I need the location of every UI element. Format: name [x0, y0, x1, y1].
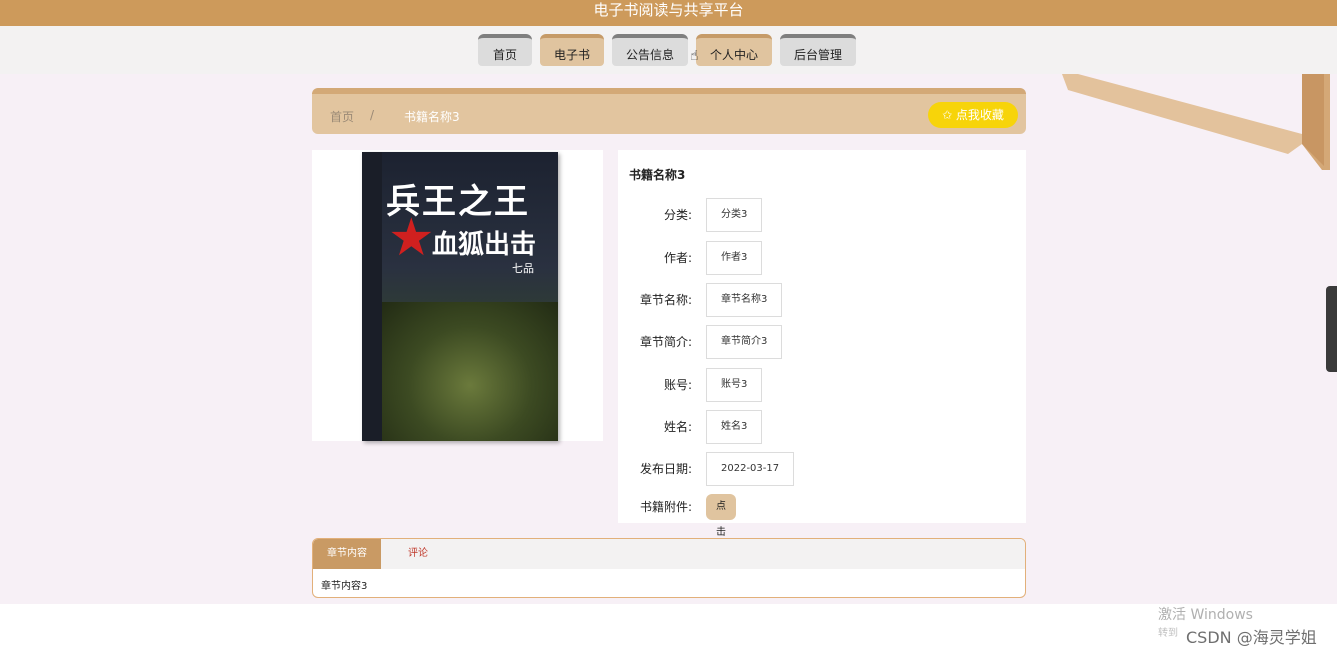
detail-label: 章节名称:	[639, 293, 692, 307]
red-star-icon: ★	[388, 208, 435, 268]
book-details-panel: 书籍名称3 分类: 分类3 作者: 作者3 章节名称: 章节名称3 章节简介: …	[618, 150, 1026, 590]
detail-value: 分类3	[706, 198, 763, 232]
book-cover-author: 七品	[512, 262, 534, 275]
book-name-heading: 书籍名称3	[629, 168, 686, 182]
book-cover-image: 兵王之王 ★ 血狐出击 七品	[362, 152, 558, 441]
detail-label: 姓名:	[663, 420, 692, 434]
book-cover-subtitle: 血狐出击	[432, 230, 537, 260]
book-spine	[362, 152, 382, 441]
windows-activation-watermark: 激活 Windows	[1158, 607, 1253, 623]
nav-item-personal-center[interactable]: 个人中心	[696, 34, 772, 66]
windows-activation-subtext: 转到	[1158, 628, 1178, 639]
detail-label: 发布日期:	[639, 462, 692, 476]
detail-label: 作者:	[663, 251, 692, 265]
nav-items: 首页 电子书 公告信息 个人中心 后台管理	[478, 34, 856, 66]
nav-item-home[interactable]: 首页	[478, 34, 532, 66]
tabs-header: 章节内容 评论	[313, 539, 1025, 569]
detail-value: 章节名称3	[706, 283, 783, 317]
detail-label: 分类:	[663, 208, 692, 222]
content-tabs: 章节内容 评论 章节内容3	[312, 538, 1026, 598]
decorative-frame-icon	[1062, 74, 1330, 170]
book-cover-container: 兵王之王 ★ 血狐出击 七品	[312, 150, 603, 441]
tab-comments[interactable]: 评论	[385, 539, 451, 569]
detail-value: 账号3	[706, 368, 763, 402]
detail-value: 姓名3	[706, 410, 763, 444]
nav-item-ebooks[interactable]: 电子书	[540, 34, 604, 66]
favorite-button[interactable]: ✩ 点我收藏	[928, 102, 1018, 128]
csdn-watermark: CSDN @海灵学姐	[1186, 628, 1317, 647]
hand-cursor-icon: ☝	[690, 48, 699, 64]
book-cover-illustration	[382, 302, 558, 441]
app-title: 电子书阅读与共享平台	[593, 1, 744, 19]
nav-item-announcements[interactable]: 公告信息	[612, 34, 688, 66]
detail-label: 书籍附件:	[639, 500, 692, 514]
breadcrumb: 首页 / 书籍名称3 ✩ 点我收藏	[312, 88, 1026, 134]
download-button[interactable]: 点击下载	[706, 494, 736, 590]
detail-value: 章节简介3	[706, 325, 783, 359]
detail-value: 作者3	[706, 241, 763, 275]
breadcrumb-current: 书籍名称3	[404, 110, 460, 124]
detail-value: 2022-03-17	[706, 452, 795, 486]
main-navbar: 首页 电子书 公告信息 个人中心 后台管理	[0, 26, 1337, 74]
tab-chapter-content[interactable]: 章节内容	[313, 539, 381, 569]
breadcrumb-home-link[interactable]: 首页	[330, 108, 354, 125]
breadcrumb-separator: /	[370, 108, 375, 122]
nav-item-admin[interactable]: 后台管理	[780, 34, 856, 66]
detail-label: 章节简介:	[639, 335, 692, 349]
app-header: 电子书阅读与共享平台	[0, 0, 1337, 26]
chapter-content-text: 章节内容3	[321, 581, 368, 592]
side-scroll-tab[interactable]	[1326, 286, 1337, 372]
detail-label: 账号:	[663, 378, 692, 392]
